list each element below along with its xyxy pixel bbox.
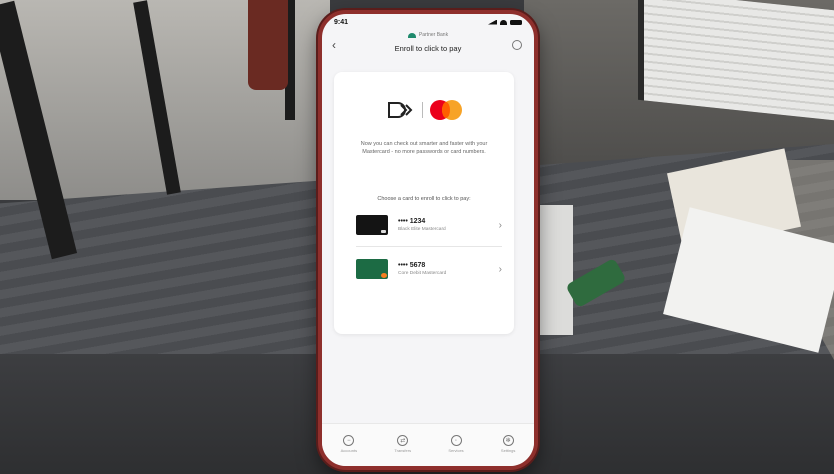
logo-divider <box>421 102 423 118</box>
status-icons <box>488 19 522 25</box>
status-time: 9:41 <box>334 18 349 26</box>
tab-label: Settings <box>500 448 516 453</box>
page-title: Enroll to click to pay <box>394 44 462 53</box>
tab-settings[interactable]: ✻ Settings <box>501 435 515 453</box>
click-to-pay-icon <box>387 102 412 118</box>
card-option-2[interactable]: •••• 5678 Core Debit Mastercard › <box>356 254 502 284</box>
transfers-icon: ⇄ <box>397 435 409 446</box>
tab-services[interactable]: ◦ Services <box>448 435 464 453</box>
wifi-icon <box>500 19 507 25</box>
bank-brand: Partner Bank <box>322 32 534 38</box>
card-option-1[interactable]: •••• 1234 Black Elite Mastercard › <box>356 210 502 240</box>
signal-icon <box>488 19 497 25</box>
card-name: Black Elite Mastercard <box>398 227 446 232</box>
card-name: Core Debit Mastercard <box>398 271 447 276</box>
chevron-right-icon: › <box>498 263 502 275</box>
mastercard-logo-icon <box>429 100 462 120</box>
accounts-icon: − <box>343 435 355 446</box>
background-monitor <box>638 0 834 121</box>
background-chair <box>248 0 288 90</box>
gear-icon[interactable] <box>512 40 522 50</box>
card-number: •••• 5678 <box>398 262 426 269</box>
phone: 9:41 ‹ Partner Bank Enroll to click to p… <box>318 10 538 470</box>
tab-label: Services <box>448 448 464 453</box>
enroll-description: Now you can check out smarter and faster… <box>360 141 488 155</box>
tab-bar: − Accounts ⇄ Transfers ◦ Services ✻ Sett… <box>322 423 534 466</box>
brand-logos <box>334 100 514 120</box>
choose-card-prompt: Choose a card to enroll to click to pay: <box>377 196 471 202</box>
status-bar: 9:41 <box>322 14 534 30</box>
card-option-text: •••• 5678 Core Debit Mastercard <box>398 262 499 276</box>
services-icon: ◦ <box>450 435 462 446</box>
card-number: •••• 1234 <box>398 218 426 225</box>
tab-label: Accounts <box>340 448 358 453</box>
nav-header: ‹ Partner Bank Enroll to click to pay <box>322 30 534 64</box>
settings-icon: ✻ <box>502 435 514 446</box>
bank-name: Partner Bank <box>418 32 449 38</box>
green-card-icon <box>356 259 388 279</box>
black-card-icon <box>356 215 388 235</box>
card-option-text: •••• 1234 Black Elite Mastercard <box>398 218 499 232</box>
tab-accounts[interactable]: − Accounts <box>341 435 357 453</box>
tab-transfers[interactable]: ⇄ Transfers <box>394 435 411 453</box>
divider <box>356 246 502 247</box>
bank-logo-icon <box>407 32 416 38</box>
battery-icon <box>510 19 522 25</box>
enroll-card: Now you can check out smarter and faster… <box>334 72 514 334</box>
tab-label: Transfers <box>394 448 412 453</box>
chevron-right-icon: › <box>498 219 502 231</box>
background-paper <box>533 205 573 335</box>
